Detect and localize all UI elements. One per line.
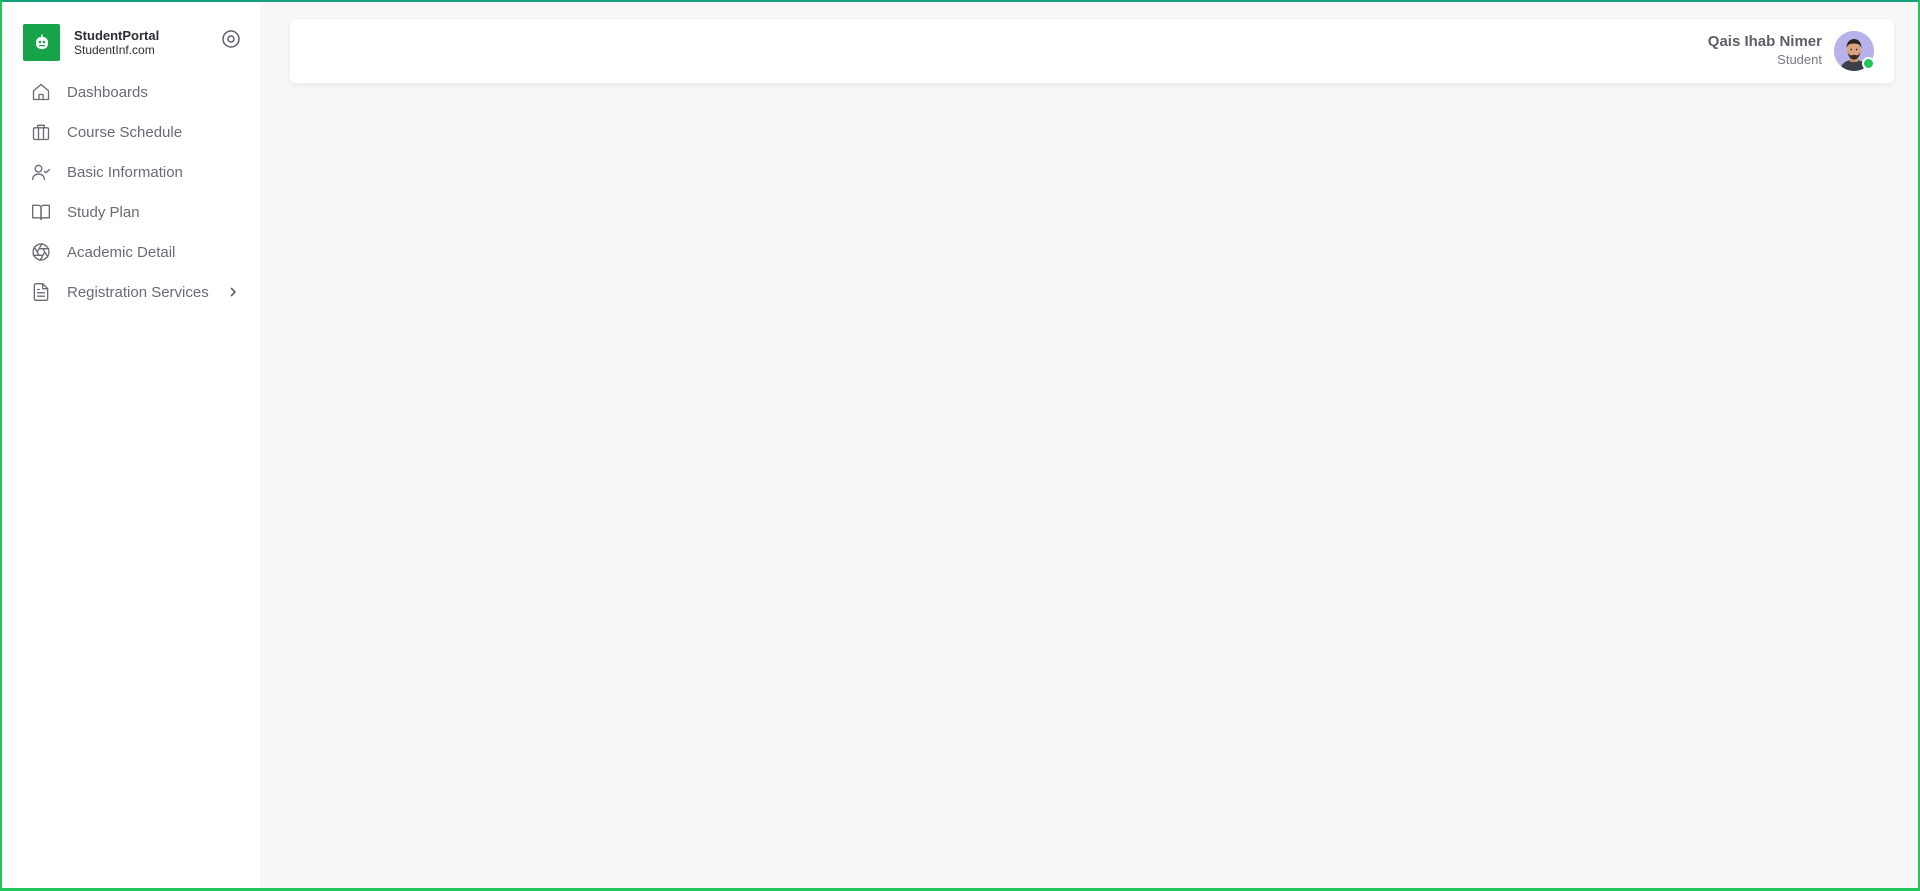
- user-role: Student: [1777, 52, 1822, 67]
- sidebar-item-label: Academic Detail: [67, 243, 176, 261]
- sidebar-item-dashboards[interactable]: Dashboards: [2, 72, 260, 112]
- file-text-icon: [30, 281, 52, 303]
- user-info[interactable]: Qais Ihab Nimer Student: [1708, 33, 1822, 68]
- sidebar-item-course-schedule[interactable]: Course Schedule: [2, 112, 260, 152]
- chevron-right-icon: [226, 285, 240, 299]
- sidebar-item-basic-information[interactable]: Basic Information: [2, 152, 260, 192]
- user-check-icon: [30, 161, 52, 183]
- sidebar-item-label: Course Schedule: [67, 123, 183, 141]
- brand-domain: StudentInf.com: [74, 42, 155, 57]
- sidebar-item-study-plan[interactable]: Study Plan: [2, 192, 260, 232]
- user-name: Qais Ihab Nimer: [1707, 33, 1822, 50]
- sidebar-toggle-button[interactable]: [220, 28, 242, 50]
- avatar[interactable]: [1834, 31, 1875, 71]
- brand-name: StudentPortal: [74, 27, 160, 43]
- online-status-indicator: [1862, 57, 1875, 70]
- sidebar-item-label: Study Plan: [67, 203, 140, 221]
- aperture-icon: [30, 241, 52, 263]
- circle-dot-icon: [222, 30, 240, 48]
- book-open-icon: [30, 201, 52, 223]
- app-window: StudentPortal StudentInf.com Dashboards: [0, 0, 1920, 891]
- home-icon: [30, 81, 52, 103]
- sidebar-item-label: Registration Services: [67, 283, 209, 301]
- sidebar-item-registration-services[interactable]: Registration Services: [2, 272, 260, 312]
- sidebar-item-label: Dashboards: [67, 83, 148, 101]
- sidebar-item-academic-detail[interactable]: Academic Detail: [2, 232, 260, 272]
- sidebar-nav: Dashboards Course Schedule Basic Informa…: [2, 72, 260, 312]
- sidebar-item-label: Basic Information: [67, 163, 183, 181]
- sidebar: StudentPortal StudentInf.com Dashboards: [2, 2, 260, 888]
- top-header: Qais Ihab Nimer Student: [290, 19, 1894, 83]
- briefcase-icon: [30, 121, 52, 143]
- brand-logo-icon: [23, 24, 60, 61]
- brand[interactable]: StudentPortal StudentInf.com: [23, 24, 159, 61]
